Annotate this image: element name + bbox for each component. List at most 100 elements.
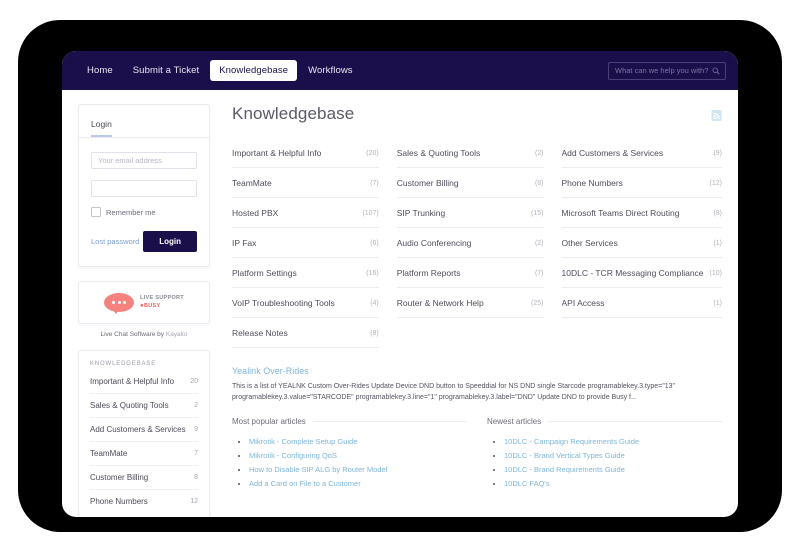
sidebar-item-label: Phone Numbers: [90, 497, 148, 506]
sidebar-item-count: 9: [194, 426, 198, 433]
category-label: SIP Trunking: [396, 208, 446, 218]
sidebar: Login Remember me Lost password Login: [78, 104, 210, 517]
page-body: Login Remember me Lost password Login: [62, 90, 738, 517]
category-count: (7): [534, 269, 544, 277]
category-api-access[interactable]: API Access (1): [561, 288, 722, 318]
sidebar-item-label: Customer Billing: [90, 473, 149, 482]
category-count: (107): [362, 209, 379, 217]
list-item[interactable]: 10DLC - Brand Vertical Types Guide: [504, 449, 722, 463]
category-platform-settings[interactable]: Platform Settings (16): [232, 258, 379, 288]
sidebar-item-count: 7: [194, 450, 198, 457]
list-item[interactable]: Mikrotik - Configuring QoS: [249, 449, 467, 463]
category-count: (6): [370, 239, 379, 247]
rss-feed-icon[interactable]: [711, 109, 722, 122]
search-box[interactable]: [608, 61, 726, 80]
category-audio-conferencing[interactable]: Audio Conferencing (2): [396, 228, 544, 258]
sidebar-item-important-helpful-info[interactable]: Important & Helpful Info 20: [90, 370, 198, 394]
category-count: (1): [713, 299, 722, 307]
category-count: (1): [713, 239, 722, 247]
category-label: IP Fax: [232, 238, 257, 248]
category-grid-spacer: [397, 318, 544, 348]
list-item[interactable]: Mikrotik - Complete Setup Guide: [249, 435, 467, 449]
list-item[interactable]: 10DLC - Campaign Requirements Guide: [504, 435, 722, 449]
category-voip-troubleshooting-tools[interactable]: VoIP Troubleshooting Tools (4): [232, 288, 379, 318]
category-ip-fax[interactable]: IP Fax (6): [232, 228, 379, 258]
category-label: API Access: [561, 298, 605, 308]
nav-links: Home Submit a Ticket Knowledgebase Workf…: [78, 60, 608, 81]
list-item[interactable]: How to Disable SIP ALG by Router Model: [249, 463, 467, 477]
category-microsoft-teams-direct-routing[interactable]: Microsoft Teams Direct Routing (8): [561, 198, 722, 228]
chat-bubble-icon: [104, 293, 135, 314]
list-item[interactable]: Add a Card on File to a Customer: [249, 477, 467, 491]
most-popular-list: Mikrotik - Complete Setup Guide Mikrotik…: [232, 435, 467, 491]
live-chat-widget[interactable]: LIVE SUPPORT ●BUSY: [78, 281, 210, 324]
chat-status-label: BUSY: [143, 303, 161, 309]
category-label: Other Services: [561, 238, 618, 248]
main-content: Knowledgebase Important & Helpful Info (…: [210, 104, 722, 517]
category-platform-reports[interactable]: Platform Reports (7): [396, 258, 544, 288]
category-label: Platform Reports: [396, 268, 461, 278]
sidebar-item-phone-numbers[interactable]: Phone Numbers 12: [90, 490, 198, 513]
category-count: (15): [531, 209, 544, 217]
category-important-helpful-info[interactable]: Important & Helpful Info (20): [232, 138, 379, 168]
login-button[interactable]: Login: [143, 231, 197, 252]
category-count: (2): [534, 239, 544, 247]
list-item[interactable]: 10DLC FAQ's: [504, 477, 722, 491]
tab-login[interactable]: Login: [91, 119, 112, 137]
most-popular-heading-row: Most popular articles: [232, 417, 467, 426]
category-add-customers-services[interactable]: Add Customers & Services (9): [561, 138, 722, 168]
category-customer-billing[interactable]: Customer Billing (8): [396, 168, 544, 198]
category-label: Audio Conferencing: [396, 238, 472, 248]
nav-link-workflows[interactable]: Workflows: [299, 60, 362, 81]
category-teammate[interactable]: TeamMate (7): [232, 168, 379, 198]
featured-article-title[interactable]: Yealink Over-Rides: [232, 366, 722, 376]
category-count: (8): [534, 179, 544, 187]
chat-caption-prefix: Live Chat Software by: [100, 331, 166, 338]
chat-dot: [123, 301, 127, 304]
chat-text: LIVE SUPPORT ●BUSY: [140, 295, 184, 311]
category-label: Phone Numbers: [561, 178, 623, 188]
email-field[interactable]: [91, 152, 197, 169]
nav-link-knowledgebase[interactable]: Knowledgebase: [210, 60, 298, 81]
sidebar-item-customer-billing[interactable]: Customer Billing 8: [90, 466, 198, 490]
category-count: (4): [370, 299, 379, 307]
category-hosted-pbx[interactable]: Hosted PBX (107): [232, 198, 379, 228]
remember-me-row[interactable]: Remember me: [91, 207, 197, 217]
chat-title: LIVE SUPPORT: [140, 294, 184, 301]
category-label: Customer Billing: [396, 178, 459, 188]
category-label: Router & Network Help: [396, 298, 484, 308]
sidebar-item-label: Sales & Quoting Tools: [90, 401, 169, 410]
password-field[interactable]: [91, 180, 197, 197]
list-item[interactable]: 10DLC - Brand Requirements Guide: [504, 463, 722, 477]
sidebar-item-sales-quoting-tools[interactable]: Sales & Quoting Tools 2: [90, 394, 198, 418]
category-sip-trunking[interactable]: SIP Trunking (15): [396, 198, 544, 228]
login-card: Login Remember me Lost password Login: [78, 104, 210, 267]
sidebar-item-teammate[interactable]: TeamMate 7: [90, 442, 198, 466]
article-columns: Most popular articles Mikrotik - Complet…: [232, 417, 722, 491]
category-label: TeamMate: [232, 178, 272, 188]
nav-link-submit-a-ticket[interactable]: Submit a Ticket: [124, 60, 208, 81]
category-label: Microsoft Teams Direct Routing: [561, 208, 680, 218]
chat-dot: [112, 301, 116, 304]
divider-rule: [312, 421, 467, 423]
device-frame: Home Submit a Ticket Knowledgebase Workf…: [18, 20, 782, 532]
nav-link-home[interactable]: Home: [78, 60, 122, 81]
search-input[interactable]: [615, 66, 719, 75]
top-navbar: Home Submit a Ticket Knowledgebase Workf…: [62, 51, 738, 90]
lost-password-link[interactable]: Lost password: [91, 237, 139, 246]
category-phone-numbers[interactable]: Phone Numbers (12): [561, 168, 722, 198]
category-count: (25): [531, 299, 544, 307]
category-other-services[interactable]: Other Services (1): [561, 228, 722, 258]
sidebar-item-add-customers-services[interactable]: Add Customers & Services 9: [90, 418, 198, 442]
category-count: (7): [370, 179, 379, 187]
most-popular-articles: Most popular articles Mikrotik - Complet…: [232, 417, 467, 491]
sidebar-item-count: 8: [194, 474, 198, 481]
category-10dlc-tcr-messaging-compliance[interactable]: 10DLC - TCR Messaging Compliance (10): [561, 258, 722, 288]
chat-caption-brand: Kayako: [165, 331, 188, 338]
remember-me-checkbox[interactable]: [91, 207, 101, 217]
sidebar-kb-heading: KNOWLEDGEBASE: [90, 361, 157, 367]
category-release-notes[interactable]: Release Notes (8): [232, 318, 379, 348]
category-count: (2): [534, 149, 544, 157]
category-router-network-help[interactable]: Router & Network Help (25): [396, 288, 544, 318]
category-sales-quoting-tools[interactable]: Sales & Quoting Tools (2): [396, 138, 544, 168]
